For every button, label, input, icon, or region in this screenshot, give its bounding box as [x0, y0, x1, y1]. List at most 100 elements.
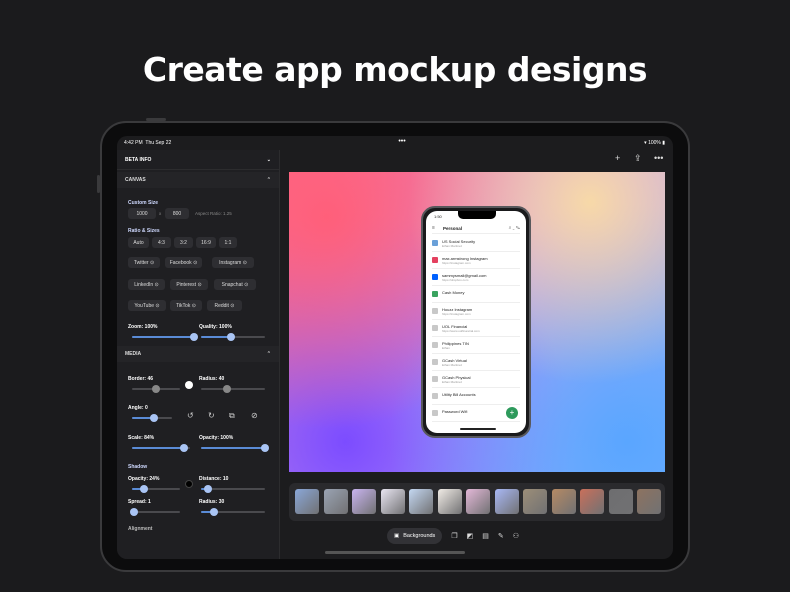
width-input[interactable]: 1000: [128, 208, 156, 219]
background-thumbnail[interactable]: [580, 489, 604, 514]
preset-tiktok[interactable]: TikTok ⊙: [170, 300, 202, 311]
preset-instagram[interactable]: Instagram ⊙: [212, 257, 254, 268]
layers-icon[interactable]: ❐: [451, 532, 457, 540]
item-icon: [432, 393, 438, 399]
preset-snapchat[interactable]: Snapchat ⊙: [214, 279, 256, 290]
ipad-home-indicator: [325, 551, 465, 554]
ratio-3-2[interactable]: 3:2: [174, 237, 193, 248]
alignment-label: Alignment: [128, 526, 153, 532]
chevron-up-icon[interactable]: ⌃: [267, 177, 271, 183]
canvas-section-header[interactable]: CANVAS ⌃: [117, 172, 279, 188]
background-thumbnail[interactable]: [637, 489, 661, 514]
background-thumbnail[interactable]: [608, 489, 633, 514]
rotate-right-icon[interactable]: ↻: [208, 411, 215, 420]
shadow-color-swatch[interactable]: [185, 480, 193, 488]
radius-slider[interactable]: [201, 385, 265, 393]
more-icon[interactable]: •••: [654, 153, 663, 163]
height-input[interactable]: 800: [165, 208, 189, 219]
shadow-distance-label: Distance: 10: [199, 476, 229, 482]
item-title: Password Wifi: [442, 409, 468, 414]
phone-list-item: GCash Physical Ethan Martinez: [432, 373, 520, 388]
angle-slider[interactable]: [132, 414, 172, 422]
hide-icon[interactable]: ⊘: [251, 411, 258, 420]
shadow-radius-slider[interactable]: [201, 508, 265, 516]
chevron-up-icon[interactable]: ⌃: [267, 351, 271, 357]
ipad-top-button: [146, 118, 166, 121]
media-section-header[interactable]: MEDIA ⌃: [117, 346, 279, 362]
background-thumbnail[interactable]: [437, 489, 462, 514]
preset-facebook[interactable]: Facebook ⊙: [165, 257, 202, 268]
item-subtitle: Ethan Martinez: [442, 380, 463, 384]
brush-icon[interactable]: ✎: [498, 532, 504, 540]
scale-slider[interactable]: [132, 444, 190, 452]
phone-mockup[interactable]: 1:50 ≡ Personal ⌕ ⌄ ✎ US Social Security…: [421, 206, 531, 438]
ratio-1-1[interactable]: 1:1: [219, 237, 237, 248]
zoom-label: Zoom: 100%: [128, 324, 158, 330]
preset-pinterest[interactable]: Pinterest ⊙: [170, 279, 208, 290]
bottom-toolbar: ▣ Backgrounds ❐ ◩ ▤ ✎ ⚇: [387, 527, 519, 545]
ratio-sizes-label: Ratio & Sizes: [128, 228, 160, 234]
shapes-icon[interactable]: ◩: [467, 532, 474, 540]
shadow-opacity-label: Opacity: 24%: [128, 476, 160, 482]
menu-icon: ≡: [432, 225, 435, 231]
background-thumbnail[interactable]: [523, 489, 547, 514]
preset-linkedin[interactable]: LinkedIn ⊙: [128, 279, 165, 290]
add-icon[interactable]: +: [615, 153, 620, 163]
item-subtitle: Ethan: [442, 346, 450, 350]
shadow-spread-slider[interactable]: [130, 508, 180, 516]
rotate-left-icon[interactable]: ↺: [187, 411, 194, 420]
status-time: 4:42 PM Thu Sep 22: [124, 140, 172, 146]
shadow-opacity-slider[interactable]: [132, 485, 180, 493]
share-icon[interactable]: ⇪: [634, 153, 642, 164]
ratio-auto[interactable]: Auto: [128, 237, 149, 248]
background-thumbnail[interactable]: [380, 489, 405, 514]
ratio-16-9[interactable]: 16:9: [196, 237, 216, 248]
background-thumbnail[interactable]: [551, 489, 576, 514]
status-battery: ▾ 100% ▮: [644, 140, 665, 146]
phone-screen: 1:50 ≡ Personal ⌕ ⌄ ✎ US Social Security…: [426, 211, 526, 433]
effects-icon[interactable]: ⚇: [513, 532, 519, 540]
border-slider[interactable]: [132, 385, 180, 393]
shadow-distance-slider[interactable]: [201, 485, 265, 493]
times-label: x: [159, 211, 162, 216]
background-thumbnail[interactable]: [323, 489, 348, 514]
shadow-spread-label: Spread: 1: [128, 499, 151, 505]
chevron-down-icon[interactable]: ⌄: [267, 157, 271, 163]
flip-icon[interactable]: ⧉: [229, 411, 235, 421]
item-title: Utility Bill Accounts: [442, 392, 476, 397]
phone-list-item: sammysmail@gmail.com https://dropbox.com: [432, 271, 520, 286]
background-thumbnail[interactable]: [494, 489, 519, 514]
phone-home-indicator: [460, 428, 496, 430]
zoom-slider[interactable]: [132, 333, 198, 341]
shadow-radius-label: Radius: 30: [199, 499, 225, 505]
frame-icon[interactable]: ▤: [482, 532, 489, 540]
item-icon: [432, 257, 438, 263]
item-icon: [432, 359, 438, 365]
preset-twitter[interactable]: Twitter ⊙: [128, 257, 160, 268]
headline: Create app mockup designs: [142, 50, 648, 89]
opacity-slider[interactable]: [201, 444, 269, 452]
preset-reddit[interactable]: Reddit ⊙: [207, 300, 242, 311]
background-thumbnail[interactable]: [466, 489, 490, 514]
beta-info-title: BETA INFO: [125, 156, 152, 163]
item-icon: [432, 325, 438, 331]
ratio-4-3[interactable]: 4:3: [152, 237, 171, 248]
radius-label: Radius: 40: [199, 376, 225, 382]
opacity-label: Opacity: 100%: [199, 435, 234, 441]
border-color-swatch[interactable]: [185, 381, 193, 389]
item-subtitle: https://dropbox.com: [442, 278, 469, 282]
backgrounds-tab[interactable]: ▣ Backgrounds: [387, 528, 443, 544]
multitask-dots-icon[interactable]: •••: [397, 138, 407, 145]
aspect-ratio-label: Aspect Ratio: 1.25: [195, 211, 232, 216]
custom-size-label: Custom Size: [128, 200, 159, 206]
shadow-label: Shadow: [128, 464, 148, 470]
quality-slider[interactable]: [201, 333, 265, 341]
background-thumbnail[interactable]: [295, 489, 319, 514]
background-thumbnail[interactable]: [352, 489, 376, 514]
phone-time: 1:50: [434, 214, 442, 219]
item-icon: [432, 410, 438, 416]
sidebar: BETA INFO ⌄ CANVAS ⌃ Custom Size 1000 x …: [117, 150, 280, 559]
beta-info-header[interactable]: BETA INFO ⌄: [117, 150, 279, 170]
preset-youtube[interactable]: YouTube ⊙: [128, 300, 166, 311]
background-thumbnail[interactable]: [409, 489, 433, 514]
